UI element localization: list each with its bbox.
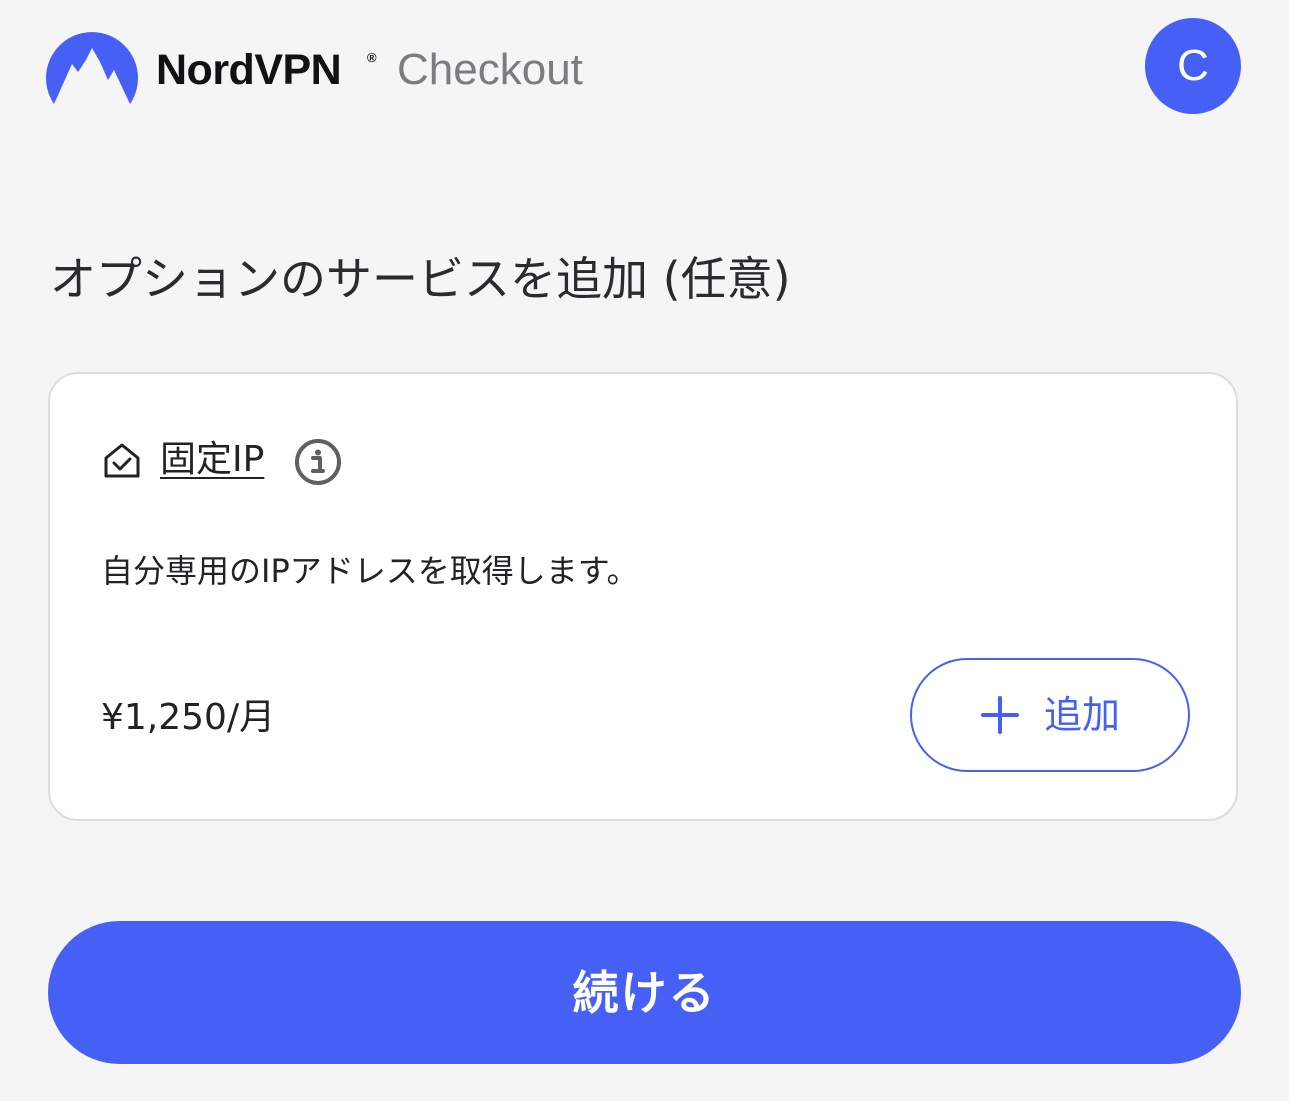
page-title: オプションのサービスを追加 (任意)	[50, 252, 791, 306]
addon-card: 固定IP 自分専用のIPアドレスを取得します。 ¥1,250/月 追加	[48, 372, 1238, 821]
addon-description: 自分専用のIPアドレスを取得します。	[101, 552, 639, 590]
addon-price: ¥1,250/月	[101, 697, 276, 738]
add-button-label: 追加	[1043, 693, 1120, 737]
avatar-initial: C	[1177, 41, 1209, 90]
nordvpn-logo-icon	[46, 32, 138, 104]
home-check-icon	[104, 443, 140, 478]
add-addon-button[interactable]: 追加	[910, 658, 1190, 772]
addon-name-link[interactable]: 固定IP	[160, 434, 264, 486]
registered-mark: ®	[367, 50, 377, 65]
brand-name: NordVPN	[156, 46, 342, 94]
continue-button[interactable]: 続ける	[48, 921, 1241, 1064]
info-icon[interactable]	[293, 437, 343, 487]
continue-button-label: 続ける	[572, 965, 717, 1020]
header-bar: NordVPN ® Checkout C	[0, 0, 1289, 140]
user-avatar[interactable]: C	[1145, 18, 1241, 114]
plus-icon	[980, 696, 1019, 734]
checkout-label: Checkout	[397, 45, 583, 94]
